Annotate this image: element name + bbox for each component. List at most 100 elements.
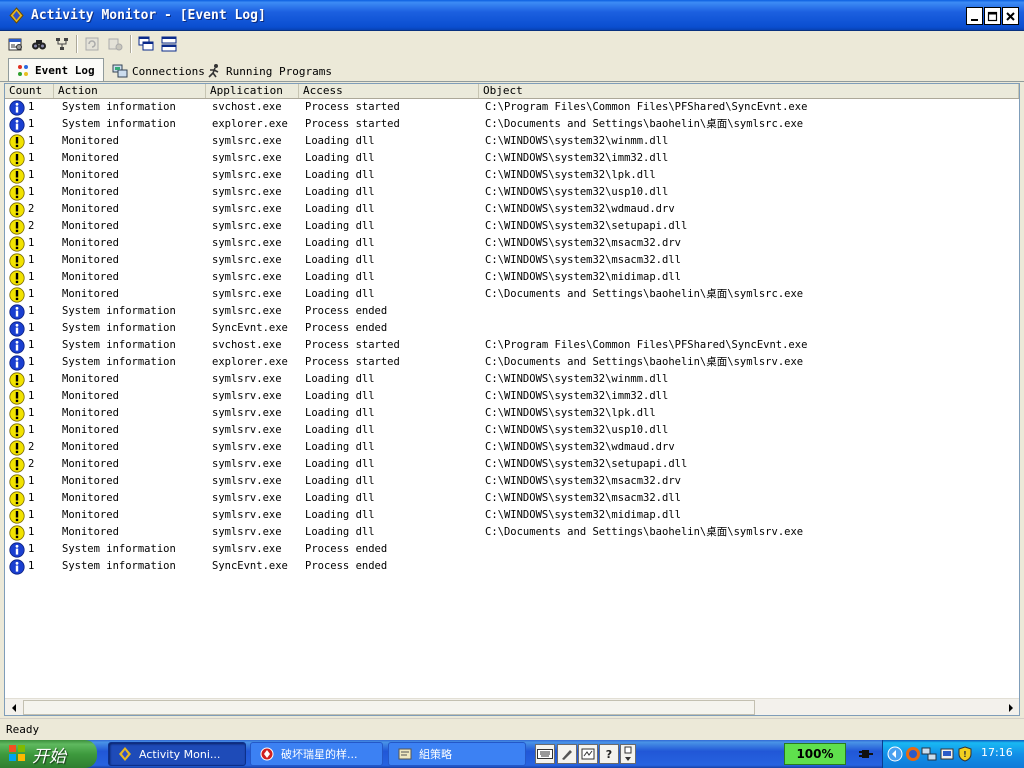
tab-connections[interactable]: Connections	[108, 60, 211, 82]
column-header-access[interactable]: Access	[299, 84, 479, 98]
cell-count: 1	[28, 322, 35, 334]
cell-action: Monitored	[62, 254, 119, 266]
scroll-left-button[interactable]	[5, 699, 22, 715]
scrollbar-thumb[interactable]	[23, 700, 755, 715]
warning-icon	[9, 219, 25, 235]
column-header-action[interactable]: Action	[54, 84, 206, 98]
table-row[interactable]: 1 System information explorer.exe Process s…	[5, 354, 1019, 371]
taskbar-item-rising[interactable]: 破坏瑞星的样...	[250, 742, 383, 766]
table-row[interactable]: 1 Monitored symlsrc.exe Loading dll C:\WINDO…	[5, 133, 1019, 150]
tab-running-programs[interactable]: Running Programs	[202, 60, 338, 82]
group-policy-icon	[397, 746, 413, 762]
cell-access: Loading dll	[305, 390, 375, 402]
cell-application: symlsrv.exe	[212, 458, 282, 470]
cell-access: Loading dll	[305, 220, 375, 232]
help-icon[interactable]: ?	[599, 744, 619, 764]
close-button[interactable]	[1002, 7, 1019, 25]
table-row[interactable]: 1 Monitored symlsrv.exe Loading dll C:\WINDO…	[5, 490, 1019, 507]
find-icon[interactable]	[30, 35, 48, 53]
keyboard-icon[interactable]	[535, 744, 555, 764]
table-row[interactable]: 2 Monitored symlsrc.exe Loading dll C:\WINDO…	[5, 218, 1019, 235]
info-icon	[9, 117, 25, 133]
cell-action: System information	[62, 356, 176, 368]
windows-logo-icon	[8, 744, 26, 765]
volume-icon[interactable]	[939, 746, 955, 762]
properties-icon[interactable]	[6, 35, 24, 53]
table-row[interactable]: 1 Monitored symlsrv.exe Loading dll C:\WINDO…	[5, 422, 1019, 439]
security-shield-icon[interactable]: !	[957, 746, 973, 762]
event-log-list[interactable]: Count Action Application Access Object 1…	[4, 83, 1020, 716]
window-title: Activity Monitor - [Event Log]	[31, 8, 266, 23]
table-row[interactable]: 1 Monitored symlsrv.exe Loading dll C:\WINDO…	[5, 473, 1019, 490]
toolbar-separator	[76, 35, 78, 53]
table-row[interactable]: 1 Monitored symlsrv.exe Loading dll C:\WINDO…	[5, 371, 1019, 388]
table-row[interactable]: 1 Monitored symlsrc.exe Loading dll C:\WINDO…	[5, 235, 1019, 252]
horizontal-scrollbar[interactable]	[5, 698, 1019, 715]
table-row[interactable]: 2 Monitored symlsrv.exe Loading dll C:\WINDO…	[5, 439, 1019, 456]
info-icon	[9, 100, 25, 116]
firefox-icon[interactable]	[905, 746, 921, 762]
table-row[interactable]: 2 Monitored symlsrv.exe Loading dll C:\WINDO…	[5, 456, 1019, 473]
refresh-icon[interactable]	[83, 35, 101, 53]
table-row[interactable]: 1 System information svchost.exe Process st…	[5, 99, 1019, 116]
table-row[interactable]: 1 Monitored symlsrv.exe Loading dll C:\WINDO…	[5, 405, 1019, 422]
cell-action: Monitored	[62, 373, 119, 385]
cell-access: Loading dll	[305, 475, 375, 487]
taskbar-item-activity-monitor[interactable]: Activity Moni...	[108, 742, 246, 766]
table-row[interactable]: 1 Monitored symlsrc.exe Loading dll C:\WINDO…	[5, 184, 1019, 201]
table-row[interactable]: 1 Monitored symlsrc.exe Loading dll C:\WINDO…	[5, 269, 1019, 286]
table-row[interactable]: 1 Monitored symlsrc.exe Loading dll C:\WINDO…	[5, 167, 1019, 184]
cell-count: 1	[28, 560, 35, 572]
minimize-button[interactable]	[966, 7, 983, 25]
table-row[interactable]: 1 System information SyncEvnt.exe Process e…	[5, 558, 1019, 575]
table-row[interactable]: 1 Monitored symlsrc.exe Loading dll C:\Docum…	[5, 286, 1019, 303]
input-menu-icon[interactable]	[620, 744, 636, 764]
tile-icon[interactable]	[160, 35, 178, 53]
cell-access: Loading dll	[305, 169, 375, 181]
cell-access: Process started	[305, 356, 400, 368]
tab-event-log[interactable]: Event Log	[8, 58, 104, 82]
cell-action: Monitored	[62, 441, 119, 453]
scroll-right-button[interactable]	[1002, 699, 1019, 715]
cell-application: symlsrc.exe	[212, 237, 282, 249]
cell-count: 1	[28, 118, 35, 130]
table-row[interactable]: 1 Monitored symlsrv.exe Loading dll C:\Docum…	[5, 524, 1019, 541]
tray-expand-icon[interactable]	[887, 746, 903, 762]
taskbar-item-group-policy[interactable]: 組策略	[388, 742, 526, 766]
warning-icon	[9, 389, 25, 405]
table-row[interactable]: 1 System information symlsrc.exe Process en…	[5, 303, 1019, 320]
table-row[interactable]: 1 System information SyncEvnt.exe Process e…	[5, 320, 1019, 337]
cell-action: System information	[62, 543, 176, 555]
writing-pad-icon[interactable]	[578, 744, 598, 764]
table-row[interactable]: 1 Monitored symlsrc.exe Loading dll C:\WINDO…	[5, 150, 1019, 167]
list-header: Count Action Application Access Object	[5, 84, 1019, 99]
scroll-left-icon	[11, 703, 16, 712]
cell-object: C:\WINDOWS\system32\wdmaud.drv	[485, 441, 675, 453]
maximize-button[interactable]	[984, 7, 1001, 25]
cell-count: 1	[28, 237, 35, 249]
cascade-icon[interactable]	[137, 35, 155, 53]
tree-icon[interactable]	[53, 35, 71, 53]
cell-application: SyncEvnt.exe	[212, 322, 288, 334]
zoom-indicator[interactable]: 100%	[784, 743, 846, 765]
cell-action: Monitored	[62, 169, 119, 181]
table-row[interactable]: 1 System information explorer.exe Process s…	[5, 116, 1019, 133]
table-row[interactable]: 2 Monitored symlsrc.exe Loading dll C:\WINDO…	[5, 201, 1019, 218]
column-header-object[interactable]: Object	[479, 84, 1019, 98]
column-header-application[interactable]: Application	[206, 84, 299, 98]
table-row[interactable]: 1 System information symlsrv.exe Process en…	[5, 541, 1019, 558]
pen-icon[interactable]	[557, 744, 577, 764]
stop-icon[interactable]	[106, 35, 124, 53]
cell-count: 1	[28, 509, 35, 521]
cell-application: symlsrv.exe	[212, 373, 282, 385]
column-header-count[interactable]: Count	[5, 84, 54, 98]
network-icon[interactable]	[921, 746, 937, 762]
power-plug-icon[interactable]	[858, 746, 874, 762]
table-row[interactable]: 1 Monitored symlsrv.exe Loading dll C:\WINDO…	[5, 507, 1019, 524]
title-bar[interactable]: Activity Monitor - [Event Log]	[0, 0, 1024, 31]
start-button[interactable]: 开始	[0, 740, 97, 768]
table-row[interactable]: 1 Monitored symlsrc.exe Loading dll C:\WINDO…	[5, 252, 1019, 269]
table-row[interactable]: 1 Monitored symlsrv.exe Loading dll C:\WINDO…	[5, 388, 1019, 405]
table-row[interactable]: 1 System information svchost.exe Process st…	[5, 337, 1019, 354]
event-log-icon	[15, 63, 31, 79]
